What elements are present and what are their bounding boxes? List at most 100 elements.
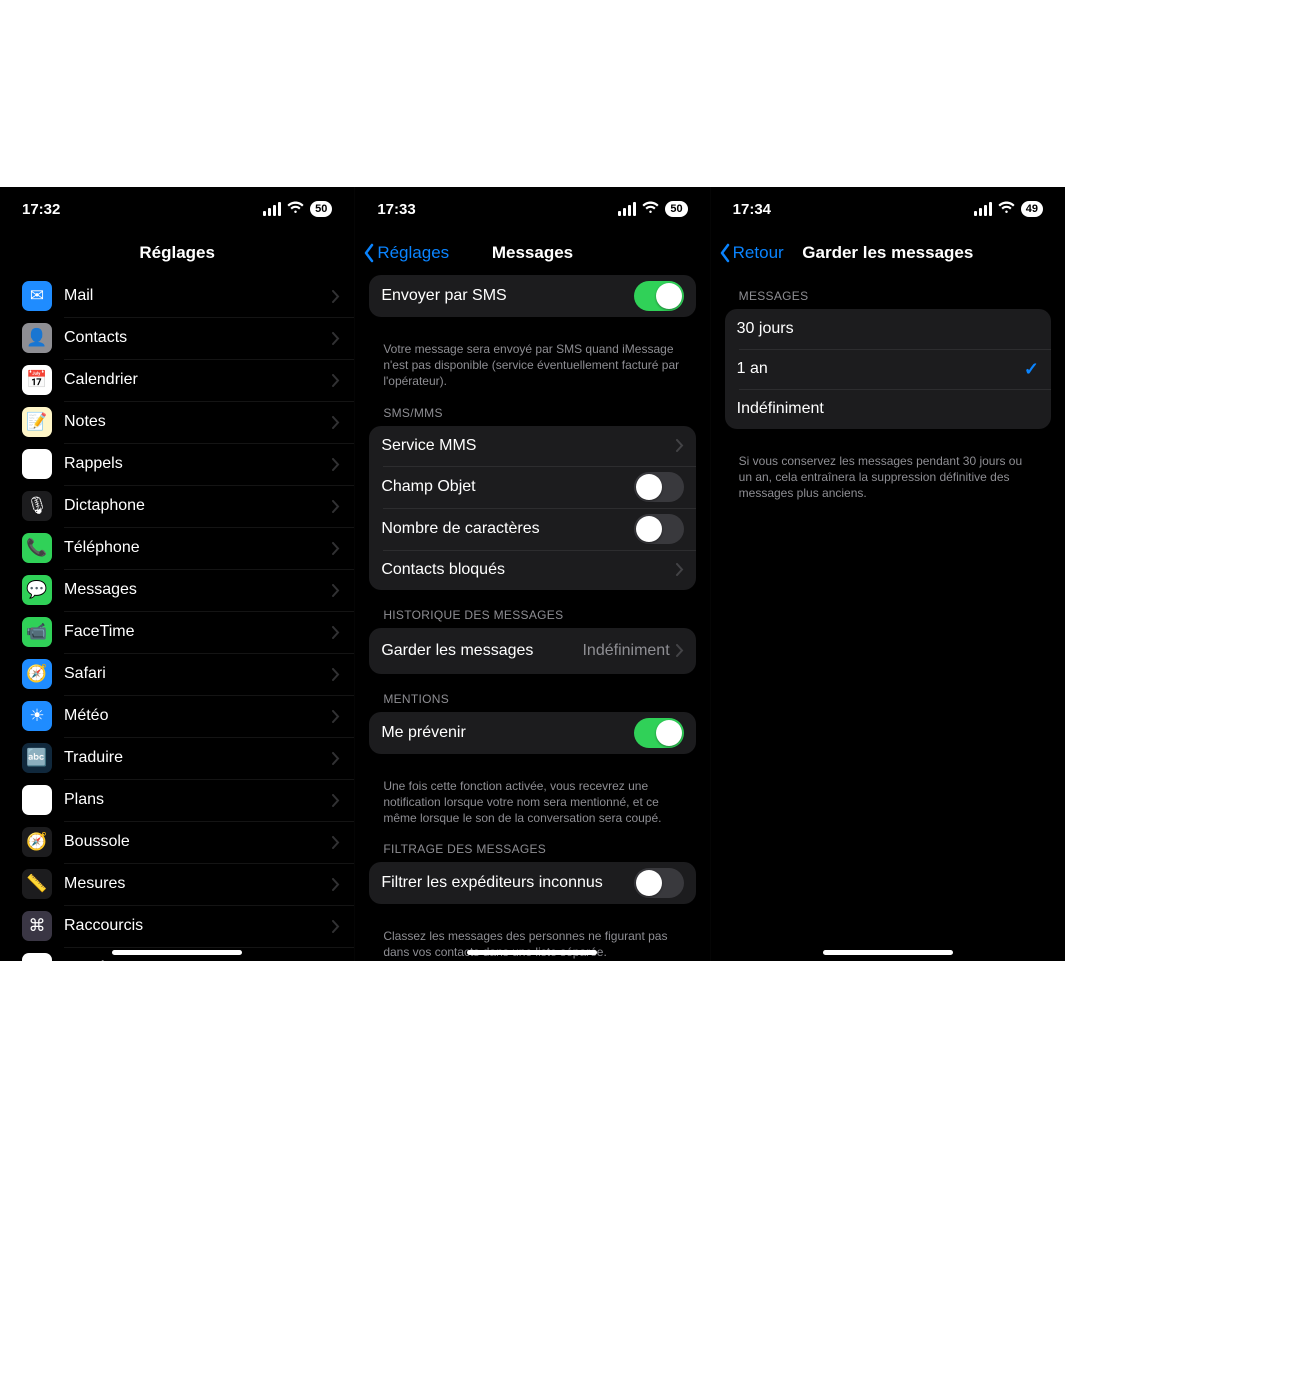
back-label: Réglages bbox=[377, 243, 449, 263]
settings-row-mesures[interactable]: 📏 Mesures bbox=[0, 863, 354, 905]
history-header: HISTORIQUE DES MESSAGES bbox=[355, 608, 709, 628]
settings-row-traduire[interactable]: 🔤Traduire bbox=[0, 737, 354, 779]
battery-indicator: 50 bbox=[310, 201, 332, 217]
cellular-signal-icon bbox=[618, 202, 636, 216]
filter-unknown-toggle[interactable] bbox=[634, 868, 684, 898]
home-indicator[interactable] bbox=[467, 950, 597, 955]
row-label: Notes bbox=[64, 413, 332, 431]
wifi-icon bbox=[287, 201, 304, 218]
status-bar: 17:32 50 bbox=[0, 187, 354, 231]
back-button[interactable]: Retour bbox=[719, 243, 784, 263]
row-label: Traduire bbox=[64, 749, 332, 767]
char-count-toggle[interactable] bbox=[634, 514, 684, 544]
row-label: Nombre de caractères bbox=[381, 520, 633, 538]
back-button[interactable]: Réglages bbox=[363, 243, 449, 263]
filter-unknown-row[interactable]: Filtrer les expéditeurs inconnus bbox=[369, 862, 695, 904]
retention-options: 30 jours 1 an✓ Indéfiniment bbox=[725, 309, 1051, 429]
app-icon: 📞 bbox=[22, 533, 52, 563]
retention-footer: Si vous conservez les messages pendant 3… bbox=[711, 447, 1065, 502]
send-as-sms-toggle[interactable] bbox=[634, 281, 684, 311]
option-label: 1 an bbox=[737, 360, 1024, 378]
settings-row-calendrier[interactable]: 📅Calendrier bbox=[0, 359, 354, 401]
char-count-row[interactable]: Nombre de caractères bbox=[369, 508, 695, 550]
settings-row-rappels[interactable]: ⦿Rappels bbox=[0, 443, 354, 485]
settings-row-contacts[interactable]: 👤Contacts bbox=[0, 317, 354, 359]
mms-service-row[interactable]: Service MMS bbox=[369, 426, 695, 466]
row-label: Plans bbox=[64, 791, 332, 809]
settings-row-messages[interactable]: 💬Messages bbox=[0, 569, 354, 611]
settings-row-boussole[interactable]: 🧭 Boussole bbox=[0, 821, 354, 863]
status-time: 17:34 bbox=[733, 201, 771, 218]
retention-option[interactable]: Indéfiniment bbox=[725, 389, 1051, 429]
chevron-left-icon bbox=[363, 243, 375, 263]
chevron-right-icon bbox=[332, 374, 340, 387]
app-icon: 🗺 bbox=[22, 785, 52, 815]
row-label: Champ Objet bbox=[381, 478, 633, 496]
retention-option[interactable]: 1 an✓ bbox=[725, 349, 1051, 389]
status-time: 17:32 bbox=[22, 201, 60, 218]
nav-bar: Réglages Messages bbox=[355, 231, 709, 275]
row-label: Mesures bbox=[64, 875, 332, 893]
subject-field-toggle[interactable] bbox=[634, 472, 684, 502]
app-icon: 📹 bbox=[22, 617, 52, 647]
status-bar: 17:33 50 bbox=[355, 187, 709, 231]
app-icon: 📝 bbox=[22, 407, 52, 437]
notify-me-toggle[interactable] bbox=[634, 718, 684, 748]
subject-field-row[interactable]: Champ Objet bbox=[369, 466, 695, 508]
row-label: Santé bbox=[64, 959, 332, 961]
settings-row-mail[interactable]: ✉Mail bbox=[0, 275, 354, 317]
settings-row-facetime[interactable]: 📹FaceTime bbox=[0, 611, 354, 653]
settings-row-téléphone[interactable]: 📞Téléphone bbox=[0, 527, 354, 569]
chevron-right-icon bbox=[332, 836, 340, 849]
app-icon: ☀ bbox=[22, 701, 52, 731]
row-label: Calendrier bbox=[64, 371, 332, 389]
status-bar: 17:34 49 bbox=[711, 187, 1065, 231]
row-label: Contacts bbox=[64, 329, 332, 347]
app-icon: ❤ bbox=[22, 953, 52, 961]
chevron-right-icon bbox=[332, 542, 340, 555]
settings-app-list[interactable]: ✉Mail👤Contacts📅Calendrier 📝 Notes ⦿Rappels🎙… bbox=[0, 275, 354, 961]
chevron-right-icon bbox=[332, 878, 340, 891]
row-label: Météo bbox=[64, 707, 332, 725]
settings-row-météo[interactable]: ☀ Météo bbox=[0, 695, 354, 737]
cellular-signal-icon bbox=[974, 202, 992, 216]
row-label: Dictaphone bbox=[64, 497, 332, 515]
app-icon: ⦿ bbox=[22, 449, 52, 479]
app-icon: 🧭 bbox=[22, 827, 52, 857]
row-label: Contacts bloqués bbox=[381, 561, 675, 579]
chevron-right-icon bbox=[332, 332, 340, 345]
chevron-right-icon bbox=[676, 644, 684, 657]
settings-row-plans[interactable]: 🗺 Plans bbox=[0, 779, 354, 821]
home-indicator[interactable] bbox=[823, 950, 953, 955]
app-icon: 💬 bbox=[22, 575, 52, 605]
option-label: Indéfiniment bbox=[737, 400, 1039, 418]
row-value: Indéfiniment bbox=[582, 642, 669, 660]
nav-bar: Réglages bbox=[0, 231, 354, 275]
row-label: Boussole bbox=[64, 833, 332, 851]
settings-row-raccourcis[interactable]: ⌘Raccourcis bbox=[0, 905, 354, 947]
chevron-right-icon bbox=[332, 752, 340, 765]
blocked-contacts-row[interactable]: Contacts bloqués bbox=[369, 550, 695, 590]
option-label: 30 jours bbox=[737, 320, 1039, 338]
settings-row-safari[interactable]: 🧭Safari bbox=[0, 653, 354, 695]
filter-header: FILTRAGE DES MESSAGES bbox=[355, 842, 709, 862]
settings-row-dictaphone[interactable]: 🎙Dictaphone bbox=[0, 485, 354, 527]
send-as-sms-footer: Votre message sera envoyé par SMS quand … bbox=[355, 335, 709, 390]
keep-messages-row[interactable]: Garder les messages Indéfiniment bbox=[369, 628, 695, 674]
home-indicator[interactable] bbox=[112, 950, 242, 955]
retention-option[interactable]: 30 jours bbox=[725, 309, 1051, 349]
chevron-right-icon bbox=[332, 668, 340, 681]
chevron-right-icon bbox=[332, 290, 340, 303]
chevron-right-icon bbox=[332, 500, 340, 513]
battery-indicator: 49 bbox=[1021, 201, 1043, 217]
chevron-right-icon bbox=[332, 584, 340, 597]
settings-row-notes[interactable]: 📝 Notes bbox=[0, 401, 354, 443]
app-icon: 📏 bbox=[22, 869, 52, 899]
send-as-sms-row[interactable]: Envoyer par SMS bbox=[369, 275, 695, 317]
row-label: Raccourcis bbox=[64, 917, 332, 935]
back-label: Retour bbox=[733, 243, 784, 263]
chevron-right-icon bbox=[676, 563, 684, 576]
nav-bar: Retour Garder les messages bbox=[711, 231, 1065, 275]
keep-messages-screen: 17:34 49 Retour Garder les messages MESS… bbox=[710, 187, 1065, 961]
notify-me-row[interactable]: Me prévenir bbox=[369, 712, 695, 754]
